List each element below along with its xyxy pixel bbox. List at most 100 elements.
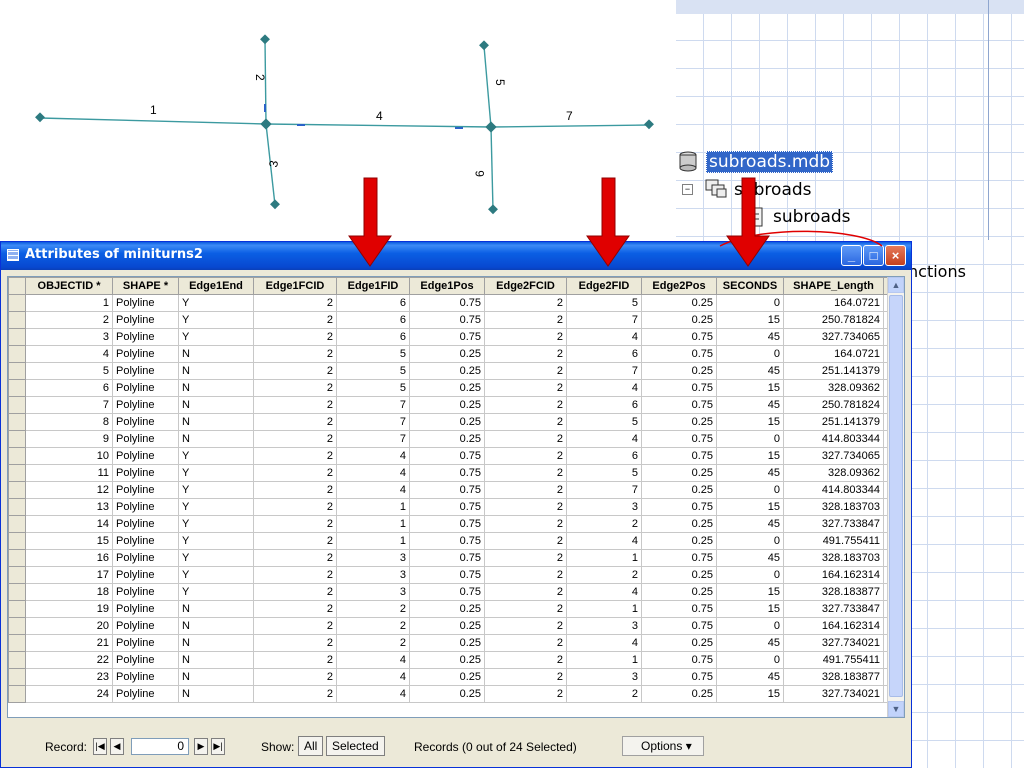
table-row[interactable]: 6 Polyline N 2 5 0.25 2 4 0.75 15 328.09362	[8, 379, 891, 397]
table-cell[interactable]: N	[178, 430, 254, 448]
table-cell[interactable]: 0.75	[409, 583, 485, 601]
tree-item-dataset[interactable]: subroads	[734, 180, 812, 200]
table-cell[interactable]: 3	[336, 549, 410, 567]
table-cell[interactable]: Y	[178, 481, 254, 499]
table-cell[interactable]: 10	[25, 447, 113, 465]
table-cell[interactable]: 414.803344	[783, 430, 884, 448]
table-cell[interactable]: 4	[336, 651, 410, 669]
options-button[interactable]: Options ▾	[622, 736, 704, 756]
table-cell[interactable]: 5	[336, 345, 410, 363]
table-row[interactable]: 21 Polyline N 2 2 0.25 2 4 0.25 45 327.734021	[8, 634, 891, 652]
table-cell[interactable]: 1	[336, 515, 410, 533]
table-cell[interactable]: Polyline	[112, 685, 179, 703]
table-row[interactable]: 15 Polyline Y 2 1 0.75 2 4 0.25 0 491.755411	[8, 532, 891, 550]
table-cell[interactable]: 251.141379	[783, 413, 884, 431]
table-cell[interactable]: Polyline	[112, 566, 179, 584]
table-cell[interactable]: 0.75	[641, 430, 717, 448]
table-cell[interactable]: 2	[253, 634, 337, 652]
table-cell[interactable]: 1	[566, 549, 642, 567]
table-cell[interactable]: 45	[716, 328, 784, 346]
table-cell[interactable]: 2	[253, 345, 337, 363]
table-cell[interactable]: 328.183703	[783, 549, 884, 567]
table-cell[interactable]: 15	[716, 600, 784, 618]
table-cell[interactable]: 0.75	[409, 447, 485, 465]
table-cell[interactable]: 0.75	[409, 532, 485, 550]
table-cell[interactable]: 2	[484, 294, 567, 312]
table-cell[interactable]: 13	[25, 498, 113, 516]
table-cell[interactable]: 5	[25, 362, 113, 380]
table-cell[interactable]: 0.75	[641, 600, 717, 618]
table-cell[interactable]: 164.0721	[783, 294, 884, 312]
table-cell[interactable]: 45	[716, 464, 784, 482]
table-cell[interactable]: 0.25	[641, 481, 717, 499]
table-cell[interactable]: 0.75	[641, 651, 717, 669]
table-cell[interactable]: 6	[566, 396, 642, 414]
table-cell[interactable]: 7	[336, 430, 410, 448]
table-cell[interactable]: 8	[25, 413, 113, 431]
table-cell[interactable]: 15	[716, 447, 784, 465]
row-selector-header[interactable]	[8, 277, 26, 295]
row-selector[interactable]	[8, 634, 26, 652]
table-cell[interactable]: 0.75	[409, 464, 485, 482]
table-cell[interactable]: 2	[253, 515, 337, 533]
table-cell[interactable]: 0	[716, 430, 784, 448]
table-cell[interactable]: 0.25	[409, 617, 485, 635]
table-row[interactable]: 18 Polyline Y 2 3 0.75 2 4 0.25 15 328.183877	[8, 583, 891, 601]
table-row[interactable]: 24 Polyline N 2 4 0.25 2 2 0.25 15 327.734021	[8, 685, 891, 703]
table-cell[interactable]: 7	[566, 362, 642, 380]
table-cell[interactable]: 15	[25, 532, 113, 550]
table-cell[interactable]: Y	[178, 583, 254, 601]
table-cell[interactable]: 0.25	[409, 668, 485, 686]
prev-record-icon[interactable]: ◀	[110, 738, 124, 755]
table-cell[interactable]: N	[178, 413, 254, 431]
table-cell[interactable]: N	[178, 362, 254, 380]
table-cell[interactable]: 3	[566, 498, 642, 516]
maximize-icon[interactable]: □	[863, 245, 884, 266]
table-cell[interactable]: 327.734021	[783, 634, 884, 652]
table-cell[interactable]: 2	[253, 617, 337, 635]
table-cell[interactable]: 2	[253, 583, 337, 601]
table-cell[interactable]: 15	[716, 379, 784, 397]
table-cell[interactable]: 7	[336, 413, 410, 431]
table-cell[interactable]: 0.25	[409, 362, 485, 380]
table-cell[interactable]: 2	[484, 600, 567, 618]
table-cell[interactable]: 17	[25, 566, 113, 584]
table-cell[interactable]: 4	[336, 685, 410, 703]
table-cell[interactable]: 2	[484, 311, 567, 329]
table-cell[interactable]: 20	[25, 617, 113, 635]
table-cell[interactable]: 328.183877	[783, 668, 884, 686]
row-selector[interactable]	[8, 549, 26, 567]
table-cell[interactable]: 1	[25, 294, 113, 312]
table-cell[interactable]: Polyline	[112, 617, 179, 635]
table-cell[interactable]: Polyline	[112, 294, 179, 312]
last-record-icon[interactable]: ▶|	[211, 738, 225, 755]
table-cell[interactable]: 2	[253, 600, 337, 618]
table-cell[interactable]: 2	[484, 430, 567, 448]
table-cell[interactable]: 0.25	[641, 685, 717, 703]
table-cell[interactable]: 0.25	[641, 515, 717, 533]
table-cell[interactable]: 2	[253, 566, 337, 584]
table-cell[interactable]: 3	[336, 566, 410, 584]
table-cell[interactable]: 0.25	[641, 294, 717, 312]
table-cell[interactable]: 15	[716, 685, 784, 703]
table-cell[interactable]: 1	[566, 600, 642, 618]
table-cell[interactable]: 2	[484, 532, 567, 550]
table-cell[interactable]: N	[178, 617, 254, 635]
table-cell[interactable]: 4	[566, 583, 642, 601]
table-cell[interactable]: 45	[716, 634, 784, 652]
table-cell[interactable]: 164.162314	[783, 566, 884, 584]
table-cell[interactable]: 4	[336, 668, 410, 686]
table-cell[interactable]: 5	[336, 362, 410, 380]
table-cell[interactable]: 2	[336, 600, 410, 618]
row-selector[interactable]	[8, 362, 26, 380]
table-cell[interactable]: 2	[253, 413, 337, 431]
table-cell[interactable]: 327.734021	[783, 685, 884, 703]
table-cell[interactable]: 15	[716, 413, 784, 431]
table-cell[interactable]: 21	[25, 634, 113, 652]
table-cell[interactable]: 0.75	[641, 668, 717, 686]
table-cell[interactable]: 2	[484, 685, 567, 703]
table-cell[interactable]: Polyline	[112, 498, 179, 516]
table-cell[interactable]: Y	[178, 549, 254, 567]
table-cell[interactable]: 2	[253, 311, 337, 329]
table-cell[interactable]: 0.25	[641, 413, 717, 431]
